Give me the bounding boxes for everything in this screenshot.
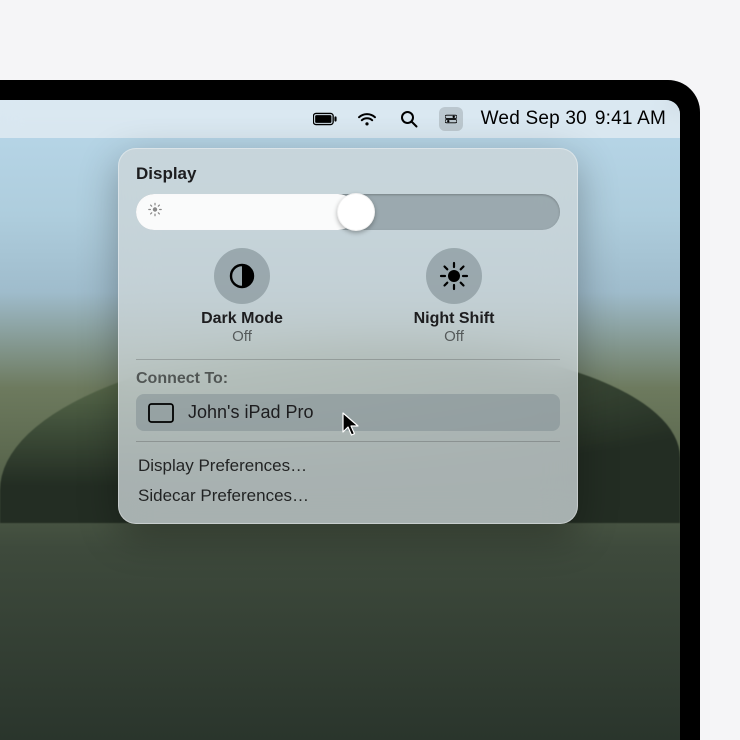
display-preferences-link[interactable]: Display Preferences… [136, 452, 560, 480]
dark-mode-status: Off [232, 328, 252, 345]
menu-bar: Wed Sep 30 9:41 AM [0, 100, 680, 138]
laptop-bezel: Wed Sep 30 9:41 AM Display Dark Mode Off [0, 80, 700, 740]
brightness-slider-fill [136, 194, 356, 230]
sidecar-preferences-link[interactable]: Sidecar Preferences… [136, 482, 560, 510]
sidecar-device-row[interactable]: John's iPad Pro [136, 394, 560, 431]
cursor-icon [342, 412, 360, 443]
brightness-slider[interactable] [136, 194, 560, 230]
separator [136, 359, 560, 360]
menu-bar-clock[interactable]: Wed Sep 30 9:41 AM [481, 108, 666, 130]
display-control-panel: Display Dark Mode Off [118, 148, 578, 524]
date-text: Wed Sep 30 [481, 108, 587, 129]
time-text: 9:41 AM [595, 108, 666, 129]
desktop-screen: Wed Sep 30 9:41 AM Display Dark Mode Off [0, 100, 680, 740]
search-icon[interactable] [397, 107, 421, 131]
night-shift-toggle[interactable]: Night Shift Off [348, 248, 560, 345]
connect-to-label: Connect To: [136, 370, 560, 388]
brightness-slider-knob[interactable] [337, 193, 375, 231]
panel-title: Display [136, 164, 560, 184]
night-shift-status: Off [444, 328, 464, 345]
dark-mode-toggle[interactable]: Dark Mode Off [136, 248, 348, 345]
dark-mode-label: Dark Mode [201, 310, 283, 328]
battery-icon[interactable] [313, 107, 337, 131]
separator [136, 441, 560, 442]
ipad-icon [148, 403, 174, 423]
control-center-icon[interactable] [439, 107, 463, 131]
device-name: John's iPad Pro [188, 402, 314, 423]
dark-mode-icon [214, 248, 270, 304]
night-shift-icon [426, 248, 482, 304]
night-shift-label: Night Shift [414, 310, 495, 328]
brightness-low-icon [148, 203, 162, 222]
wifi-icon[interactable] [355, 107, 379, 131]
toggle-row: Dark Mode Off Night Shift Off [136, 248, 560, 345]
